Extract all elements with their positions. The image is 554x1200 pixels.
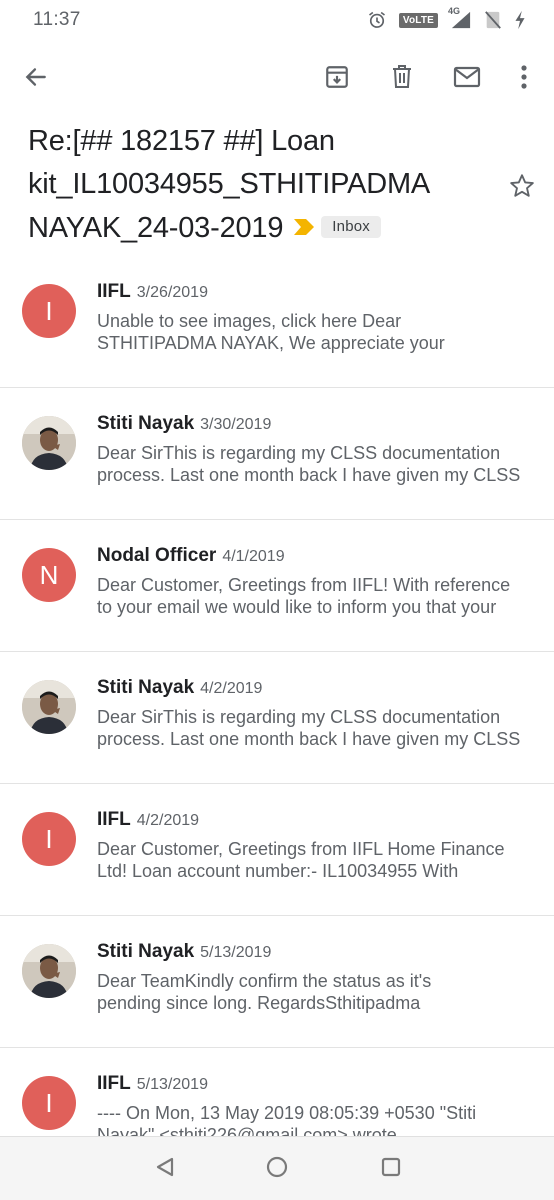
- message-item[interactable]: I IIFL 3/26/2019 Unable to see images, cl…: [0, 256, 554, 388]
- sender-name: Stiti Nayak: [97, 677, 195, 698]
- snippet-line: ---- On Mon, 13 May 2019 08:05:39 +0530 …: [97, 1103, 477, 1123]
- message-date: 4/2/2019: [136, 812, 200, 829]
- profile-photo-icon: [22, 416, 76, 470]
- sender-line: Stiti Nayak 3/30/2019: [97, 413, 271, 435]
- archive-button[interactable]: [313, 52, 361, 106]
- sender-line: IIFL 3/26/2019: [97, 281, 208, 303]
- snippet-line: to your email we would like to inform yo…: [97, 597, 497, 617]
- archive-icon: [324, 64, 350, 95]
- message-date: 3/26/2019: [136, 284, 208, 301]
- message-snippet: Dear SirThis is regarding my CLSS docume…: [97, 706, 537, 750]
- snippet-line: Dear SirThis is regarding my CLSS docume…: [97, 707, 501, 727]
- sender-avatar[interactable]: I: [22, 1076, 76, 1130]
- sender-avatar[interactable]: I: [22, 284, 76, 338]
- email-subject: Re:[## 182157 ##] Loan kit_IL10034955_ST…: [28, 120, 468, 253]
- alarm-icon: [367, 10, 387, 30]
- status-bar: 11:37 VoLTE 4G: [0, 0, 554, 42]
- system-nav-bar: [0, 1136, 554, 1200]
- sender-name: Stiti Nayak: [97, 941, 195, 962]
- subject-line-3: NAYAK_24-03-2019: [28, 212, 284, 245]
- message-snippet: Dear TeamKindly confirm the status as it…: [97, 970, 537, 1014]
- snippet-line: Unable to see images, click here Dear: [97, 311, 402, 331]
- sender-line: IIFL 5/13/2019: [97, 1073, 208, 1095]
- volte-badge: VoLTE: [398, 12, 438, 28]
- delete-button[interactable]: [378, 52, 426, 106]
- subject-line-1: Re:[## 182157 ##] Loan: [28, 125, 335, 157]
- subject-line-3-row: NAYAK_24-03-2019 Inbox: [28, 206, 468, 253]
- mark-unread-icon: [453, 65, 481, 94]
- sender-name: IIFL: [97, 809, 131, 830]
- more-vert-icon: [520, 64, 528, 95]
- snippet-line: STHITIPADMA NAYAK, We appreciate your: [97, 333, 445, 353]
- profile-photo-icon: [22, 680, 76, 734]
- sender-line: Stiti Nayak 5/13/2019: [97, 941, 271, 963]
- message-snippet: Dear Customer, Greetings from IIFL Home …: [97, 838, 537, 882]
- sender-name: Stiti Nayak: [97, 413, 195, 434]
- app-bar: [0, 52, 554, 108]
- message-item[interactable]: Stiti Nayak 3/30/2019 Dear SirThis is reg…: [0, 388, 554, 520]
- sender-name: Nodal Officer: [97, 545, 217, 566]
- status-time: 11:37: [33, 9, 81, 30]
- signal-icon: 4G: [448, 6, 472, 30]
- sender-name: IIFL: [97, 281, 131, 302]
- snippet-line: pending since long. RegardsSthitipadma: [97, 993, 421, 1013]
- snippet-line: Dear TeamKindly confirm the status as it…: [97, 971, 432, 991]
- sender-line: IIFL 4/2/2019: [97, 809, 199, 831]
- sender-avatar[interactable]: N: [22, 548, 76, 602]
- message-date: 5/13/2019: [136, 1076, 208, 1093]
- home-circle-icon: [265, 1155, 289, 1184]
- message-thread: I IIFL 3/26/2019 Unable to see images, cl…: [0, 256, 554, 1180]
- back-button[interactable]: [12, 52, 60, 106]
- mark-unread-button[interactable]: [443, 52, 491, 106]
- nav-home-button[interactable]: [249, 1149, 305, 1189]
- snippet-line: Dear Customer, Greetings from IIFL! With…: [97, 575, 511, 595]
- snippet-line: Ltd! Loan account number:- IL10034955 Wi…: [97, 861, 459, 881]
- network-type: 4G: [448, 6, 461, 16]
- sender-avatar-photo[interactable]: [22, 416, 76, 470]
- message-item[interactable]: Stiti Nayak 5/13/2019 Dear TeamKindly con…: [0, 916, 554, 1048]
- message-snippet: Unable to see images, click here Dear ST…: [97, 310, 537, 354]
- sender-avatar[interactable]: I: [22, 812, 76, 866]
- sender-avatar-photo[interactable]: [22, 680, 76, 734]
- inbox-label-chip[interactable]: Inbox: [321, 215, 381, 238]
- subject-line-2: kit_IL10034955_STHITIPADMA: [28, 168, 431, 200]
- charging-icon: [514, 10, 526, 30]
- recents-square-icon: [380, 1156, 402, 1183]
- delete-icon: [390, 64, 414, 95]
- message-item[interactable]: N Nodal Officer 4/1/2019 Dear Customer, G…: [0, 520, 554, 652]
- message-item[interactable]: I IIFL 4/2/2019 Dear Customer, Greetings …: [0, 784, 554, 916]
- back-triangle-icon: [154, 1156, 176, 1183]
- snippet-line: process. Last one month back I have give…: [97, 465, 521, 485]
- snippet-line: process. Last one month back I have give…: [97, 729, 521, 749]
- more-options-button[interactable]: [500, 52, 548, 106]
- snippet-line: Dear Customer, Greetings from IIFL Home …: [97, 839, 505, 859]
- message-snippet: Dear SirThis is regarding my CLSS docume…: [97, 442, 537, 486]
- star-icon: [508, 172, 536, 205]
- message-date: 4/2/2019: [200, 680, 263, 697]
- sender-line: Stiti Nayak 4/2/2019: [97, 677, 262, 699]
- message-item[interactable]: Stiti Nayak 4/2/2019 Dear SirThis is rega…: [0, 652, 554, 784]
- no-sim-icon: [484, 10, 502, 30]
- importance-marker-icon[interactable]: [293, 206, 315, 249]
- snippet-line: Dear SirThis is regarding my CLSS docume…: [97, 443, 501, 463]
- profile-photo-icon: [22, 944, 76, 998]
- message-snippet: Dear Customer, Greetings from IIFL! With…: [97, 574, 537, 618]
- star-button[interactable]: [496, 164, 548, 212]
- sender-avatar-photo[interactable]: [22, 944, 76, 998]
- nav-recents-button[interactable]: [363, 1149, 419, 1189]
- sender-name: IIFL: [97, 1073, 131, 1094]
- message-date: 3/30/2019: [200, 416, 272, 433]
- sender-line: Nodal Officer 4/1/2019: [97, 545, 285, 567]
- nav-back-button[interactable]: [137, 1149, 193, 1189]
- status-icons: VoLTE 4G: [367, 6, 526, 30]
- message-date: 4/1/2019: [222, 548, 285, 565]
- message-date: 5/13/2019: [200, 944, 272, 961]
- back-arrow-icon: [23, 64, 49, 95]
